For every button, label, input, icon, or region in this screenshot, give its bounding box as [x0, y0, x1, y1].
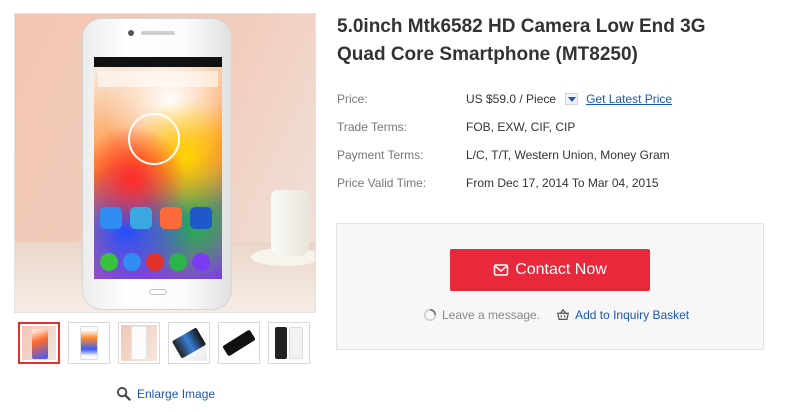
contact-panel: Contact Now Leave a message. Add to Inqu… [336, 223, 764, 350]
price-row: Price: US $59.0 / Piece Get Latest Price [337, 92, 672, 120]
thumbnail-1[interactable] [18, 322, 60, 364]
leave-message-label: Leave a message. [442, 308, 541, 322]
product-title: 5.0inch Mtk6582 HD Camera Low End 3G Qua… [337, 16, 706, 65]
phone-search-bar [98, 71, 218, 87]
envelope-icon [493, 264, 509, 276]
enlarge-image-link[interactable]: Enlarge Image [116, 386, 215, 401]
home-button [149, 289, 167, 295]
app-icon [160, 207, 182, 229]
panel-actions: Leave a message. Add to Inquiry Basket [423, 308, 689, 322]
thumbnail-strip [18, 322, 310, 364]
product-attributes: Price: US $59.0 / Piece Get Latest Price… [337, 92, 672, 204]
trade-terms-row: Trade Terms: FOB, EXW, CIF, CIP [337, 120, 672, 148]
app-dock [100, 253, 210, 271]
contact-now-button[interactable]: Contact Now [450, 249, 650, 291]
cup [271, 190, 309, 256]
loading-spinner-icon [423, 308, 437, 322]
payment-terms-label: Payment Terms: [337, 148, 424, 162]
get-latest-price-link[interactable]: Get Latest Price [586, 92, 672, 106]
phone-screen [94, 57, 222, 279]
payment-terms-value: L/C, T/T, Western Union, Money Gram [466, 148, 670, 162]
app-icon [130, 207, 152, 229]
thumbnail-4[interactable] [168, 322, 210, 364]
front-camera [128, 30, 134, 36]
smartphone-photo [82, 18, 232, 310]
trade-terms-value: FOB, EXW, CIF, CIP [466, 120, 576, 134]
thumbnail-6[interactable] [268, 322, 310, 364]
payment-terms-row: Payment Terms: L/C, T/T, Western Union, … [337, 148, 672, 176]
magnifier-icon [116, 386, 131, 401]
apps-icon [146, 253, 164, 271]
trade-terms-label: Trade Terms: [337, 120, 408, 134]
thumbnail-3[interactable] [118, 322, 160, 364]
phone-app-icon [100, 253, 118, 271]
earpiece [141, 31, 175, 35]
price-value: US $59.0 / Piece [466, 92, 557, 106]
app-grid [100, 207, 212, 229]
price-dropdown-toggle[interactable] [565, 93, 579, 105]
thumbnail-5[interactable] [218, 322, 260, 364]
status-bar [94, 57, 222, 67]
leave-message-status[interactable]: Leave a message. [423, 308, 540, 322]
browser-app-icon [192, 253, 210, 271]
contact-now-label: Contact Now [515, 261, 607, 278]
app-icon [100, 207, 122, 229]
price-valid-time-label: Price Valid Time: [337, 176, 427, 190]
wallpaper-ring [128, 113, 180, 165]
basket-icon [557, 308, 570, 320]
price-valid-time-row: Price Valid Time: From Dec 17, 2014 To M… [337, 176, 672, 204]
app-icon [190, 207, 212, 229]
add-to-inquiry-basket-link[interactable]: Add to Inquiry Basket [556, 308, 689, 322]
contacts-app-icon [123, 253, 141, 271]
messages-app-icon [169, 253, 187, 271]
enlarge-image-label: Enlarge Image [137, 386, 216, 401]
price-label: Price: [337, 92, 368, 106]
main-product-image[interactable] [14, 13, 316, 313]
thumbnail-2[interactable] [68, 322, 110, 364]
add-to-inquiry-basket-label: Add to Inquiry Basket [575, 308, 690, 322]
price-valid-time-value: From Dec 17, 2014 To Mar 04, 2015 [466, 176, 659, 190]
